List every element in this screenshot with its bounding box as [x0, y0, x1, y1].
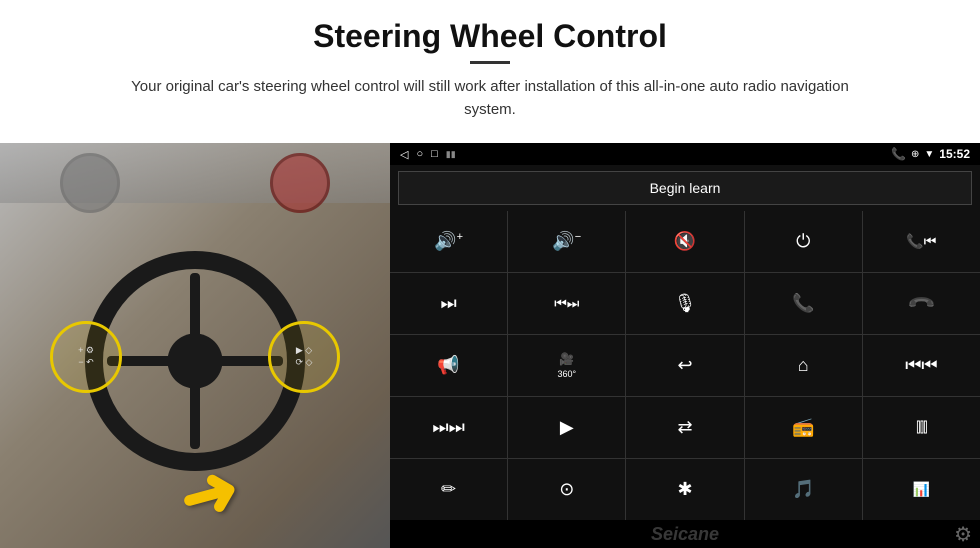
radio-button[interactable]: 📻	[745, 397, 862, 458]
music-icon: 🎵	[792, 479, 814, 500]
steering-wheel-image: + ⚙− ↶ ▶ ◇⟳ ◇ ➜	[0, 143, 390, 548]
horn-button[interactable]: 📢	[390, 335, 507, 396]
begin-learn-button[interactable]: Begin learn	[398, 171, 972, 205]
home-icon[interactable]: ○	[416, 148, 423, 160]
equalizer-icon: 📊	[913, 481, 930, 498]
fast-next-button[interactable]: ⏭⏭	[390, 397, 507, 458]
next-track-icon: ⏭	[440, 293, 456, 314]
right-control-circle: ▶ ◇⟳ ◇	[268, 321, 340, 393]
phone-prev-icon: 📞⏮	[906, 233, 936, 250]
bluetooth-button[interactable]: ✱	[626, 459, 743, 520]
call-icon: 📞	[792, 293, 814, 314]
camera-360-button[interactable]: 🎥360°	[508, 335, 625, 396]
subtitle: Your original car's steering wheel contr…	[130, 76, 850, 121]
power-icon: ⏻	[796, 231, 810, 252]
steer-settings-icon: ✏	[441, 479, 456, 500]
settings-gear-icon[interactable]: ⚙	[954, 522, 972, 547]
vol-down-icon: 🔊−	[552, 231, 581, 252]
vol-up-button[interactable]: 🔊+	[390, 211, 507, 272]
music-button[interactable]: 🎵	[745, 459, 862, 520]
menu-button[interactable]: ⊙	[508, 459, 625, 520]
steer-settings-button[interactable]: ✏	[390, 459, 507, 520]
status-bar-left: ◁ ○ □ ▮▮	[400, 148, 456, 161]
vol-up-icon: 🔊+	[434, 231, 463, 252]
source-button[interactable]: ⇄	[626, 397, 743, 458]
mic-icon: 🎙	[674, 293, 697, 314]
mute-button[interactable]: 🔇	[626, 211, 743, 272]
horn-icon: 📢	[437, 355, 459, 376]
home-nav-icon: ⌂	[798, 355, 809, 376]
left-control-circle: + ⚙− ↶	[50, 321, 122, 393]
seicane-watermark: Seicane	[651, 524, 719, 545]
title-divider	[470, 61, 510, 64]
wifi-icon: ▼	[924, 149, 934, 160]
status-bar: ◁ ○ □ ▮▮ 📞 ⊕ ▼ 15:52	[390, 143, 980, 165]
mute-icon: 🔇	[674, 231, 696, 252]
call-button[interactable]: 📞	[745, 273, 862, 334]
header: Steering Wheel Control Your original car…	[0, 0, 980, 143]
back-icon[interactable]: ◁	[400, 148, 408, 161]
power-button[interactable]: ⏻	[745, 211, 862, 272]
back-button[interactable]: ↩	[626, 335, 743, 396]
eq-icon: ⫿⫿⫿	[916, 419, 926, 436]
battery-status: ▮▮	[446, 149, 456, 160]
fast-prev-button[interactable]: ⏮⏮	[863, 335, 980, 396]
time-display: 15:52	[939, 147, 970, 161]
content-area: + ⚙− ↶ ▶ ◇⟳ ◇ ➜	[0, 143, 980, 548]
next-track-button[interactable]: ⏭	[390, 273, 507, 334]
steering-wheel-bg: + ⚙− ↶ ▶ ◇⟳ ◇ ➜	[0, 143, 390, 548]
begin-learn-row: Begin learn	[390, 165, 980, 211]
page: Steering Wheel Control Your original car…	[0, 0, 980, 548]
radio-icon: 📻	[792, 417, 814, 438]
recent-icon[interactable]: □	[431, 148, 438, 160]
fast-prev-icon: ⏮⏮	[905, 355, 937, 376]
menu-icon: ⊙	[559, 479, 574, 500]
steering-wheel: + ⚙− ↶ ▶ ◇⟳ ◇	[85, 251, 305, 471]
seek-icon: ⏮⏭	[554, 295, 579, 312]
equalizer-button[interactable]: 📊	[863, 459, 980, 520]
camera-360-icon: 🎥360°	[557, 352, 576, 380]
home-nav-button[interactable]: ⌂	[745, 335, 862, 396]
source-icon: ⇄	[677, 417, 692, 438]
bluetooth-icon: ✱	[677, 479, 692, 500]
controls-grid: 🔊+ 🔊− 🔇 ⏻ 📞⏮ ⏭ ⏮⏭	[390, 211, 980, 520]
page-title: Steering Wheel Control	[60, 18, 920, 55]
hang-up-button[interactable]: 📞	[863, 273, 980, 334]
hang-up-icon: 📞	[906, 288, 937, 319]
eq-button[interactable]: ⫿⫿⫿	[863, 397, 980, 458]
phone-prev-button[interactable]: 📞⏮	[863, 211, 980, 272]
android-screen: ◁ ○ □ ▮▮ 📞 ⊕ ▼ 15:52 Begin learn	[390, 143, 980, 548]
phone-status-icon: 📞	[891, 147, 906, 161]
play-button[interactable]: ▶	[508, 397, 625, 458]
seek-button[interactable]: ⏮⏭	[508, 273, 625, 334]
navigate-icon: ▶	[560, 417, 574, 438]
status-bar-right: 📞 ⊕ ▼ 15:52	[891, 147, 970, 161]
vol-down-button[interactable]: 🔊−	[508, 211, 625, 272]
fast-next-icon: ⏭⏭	[432, 417, 464, 438]
mic-button[interactable]: 🎙	[626, 273, 743, 334]
back-nav-icon: ↩	[677, 355, 692, 376]
location-icon: ⊕	[911, 149, 919, 160]
